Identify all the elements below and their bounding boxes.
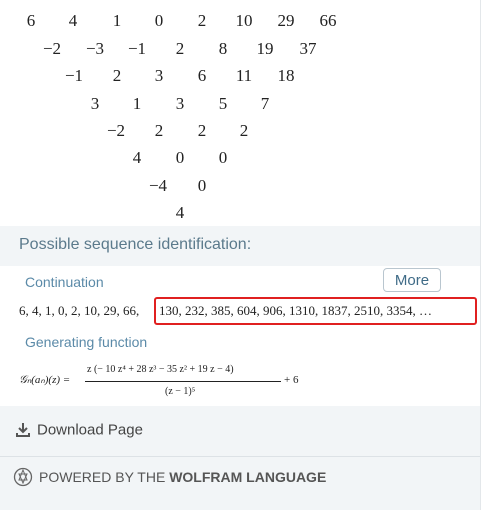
generating-function-formula: 𝒢ₙ(aₙ)(z) = z (− 10 z⁴ + 28 z³ − 35 z² +… (19, 360, 319, 404)
table-cell: 6 (26, 11, 36, 30)
table-cell: 4 (175, 203, 185, 222)
scrollbar-edge (480, 0, 486, 510)
footer-divider (0, 456, 480, 457)
download-label: Download Page (37, 421, 143, 439)
table-cell: 37 (299, 39, 317, 58)
table-cell: 2 (197, 11, 207, 30)
fraction-bar (85, 381, 281, 382)
section-title: Possible sequence identification: (19, 236, 252, 253)
table-cell: 3 (175, 94, 185, 113)
more-button[interactable]: More (383, 268, 441, 292)
table-cell: 2 (197, 121, 207, 140)
table-cell: 3 (90, 94, 100, 113)
table-cell: 1 (132, 94, 142, 113)
download-icon (15, 422, 31, 438)
table-cell: 0 (218, 148, 228, 167)
table-cell: −4 (148, 176, 168, 195)
table-cell: 2 (112, 66, 122, 85)
sequence-known-terms: 6, 4, 1, 0, 2, 10, 29, 66, (19, 303, 140, 318)
sequence-continuation: 130, 232, 385, 604, 906, 1310, 1837, 251… (159, 303, 432, 318)
table-cell: 66 (319, 11, 337, 30)
table-cell: 2 (154, 121, 164, 140)
table-cell: 11 (235, 66, 253, 85)
table-cell: 0 (197, 176, 207, 195)
formula-numerator: z (− 10 z⁴ + 28 z³ − 35 z² + 19 z − 4) (87, 364, 234, 375)
table-cell: 0 (154, 11, 164, 30)
formula-denominator: (z − 1)⁵ (165, 386, 196, 397)
wolfram-logo-icon (13, 467, 33, 487)
table-cell: 7 (260, 94, 270, 113)
continuation-label: Continuation (25, 274, 104, 290)
table-cell: 6 (197, 66, 207, 85)
table-cell: 3 (154, 66, 164, 85)
formula-lhs: 𝒢ₙ(aₙ)(z) = (19, 374, 71, 386)
table-cell: 4 (132, 148, 142, 167)
table-cell: 1 (112, 11, 122, 30)
table-cell: 18 (277, 66, 295, 85)
table-cell: 10 (235, 11, 253, 30)
table-cell: −2 (106, 121, 126, 140)
formula-rhs: + 6 (284, 374, 299, 386)
generating-function-label: Generating function (25, 334, 148, 350)
table-cell: 2 (175, 39, 185, 58)
table-cell: −1 (64, 66, 84, 85)
difference-table: 6 4 1 0 2 10 29 66 −2 −3 −1 2 8 19 37 −1… (0, 0, 480, 226)
table-cell: 4 (68, 11, 78, 30)
table-cell: 19 (256, 39, 274, 58)
table-cell: −2 (42, 39, 62, 58)
table-cell: −1 (127, 39, 147, 58)
table-cell: −3 (85, 39, 105, 58)
powered-by-text: POWERED BY THE WOLFRAM LANGUAGE (39, 469, 326, 485)
table-cell: 2 (239, 121, 249, 140)
powered-prefix: POWERED BY THE (39, 469, 170, 485)
table-cell: 0 (175, 148, 185, 167)
powered-by-link[interactable]: POWERED BY THE WOLFRAM LANGUAGE (13, 467, 326, 489)
powered-brand: WOLFRAM LANGUAGE (169, 469, 327, 485)
download-page-button[interactable]: Download Page (15, 421, 143, 441)
table-cell: 8 (218, 39, 228, 58)
table-cell: 5 (218, 94, 228, 113)
table-cell: 29 (277, 11, 295, 30)
